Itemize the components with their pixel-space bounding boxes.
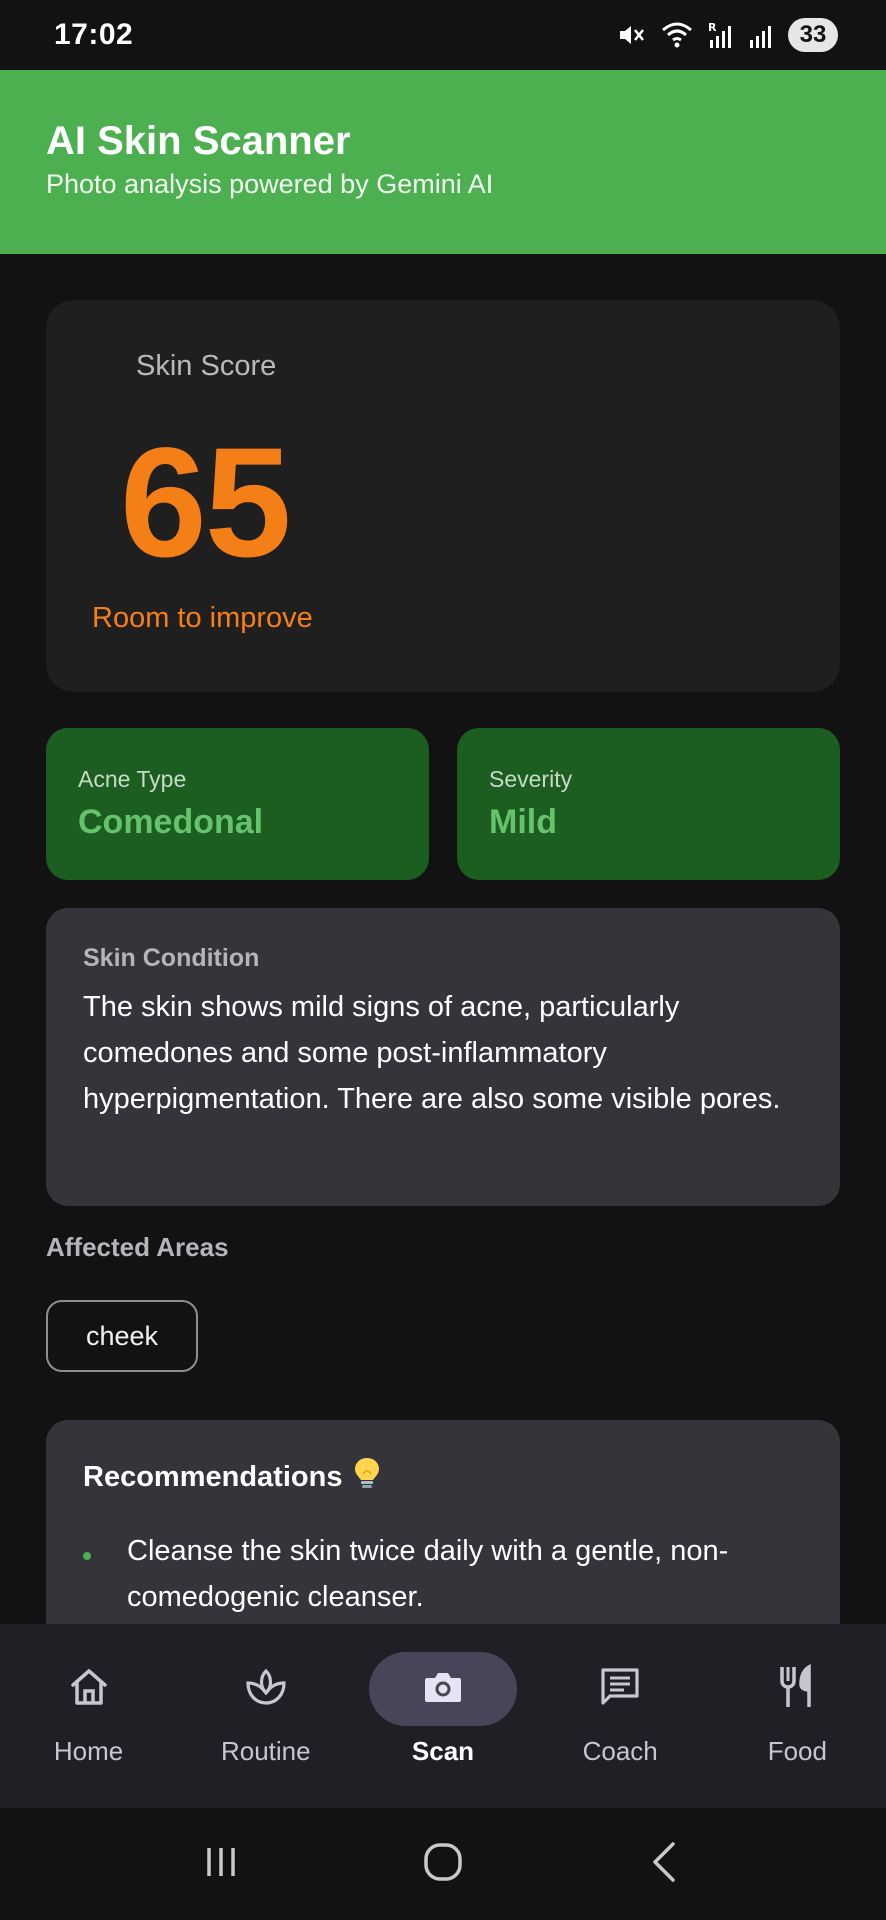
skin-score-label: Skin Score (136, 350, 277, 382)
list-item: Cleanse the skin twice daily with a gent… (83, 1528, 804, 1620)
nav-item-food[interactable]: Food (709, 1624, 886, 1767)
back-icon (645, 1840, 685, 1889)
back-button[interactable] (625, 1824, 705, 1904)
svg-text:R: R (708, 21, 717, 34)
lightbulb-icon (352, 1456, 382, 1498)
status-time: 17:02 (54, 18, 134, 51)
routine-icon-container (192, 1652, 340, 1726)
skin-score-status: Room to improve (92, 602, 313, 634)
camera-icon (423, 1668, 463, 1711)
home-icon-container (15, 1652, 163, 1726)
camera-icon-container (368, 1652, 517, 1726)
severity-label: Severity (489, 766, 573, 792)
recommendation-text: Cleanse the skin twice daily with a gent… (127, 1535, 729, 1613)
food-icon (775, 1663, 819, 1715)
recommendations-card: Recommendations Cleanse the skin twice d… (46, 1420, 840, 1624)
severity-card: Severity Mild (457, 728, 840, 880)
bullet-icon (83, 1552, 91, 1560)
severity-value: Mild (489, 803, 557, 841)
home-system-button[interactable] (403, 1824, 483, 1904)
chat-icon-container (546, 1652, 694, 1726)
recommendations-header: Recommendations (83, 1456, 804, 1498)
nav-item-home[interactable]: Home (0, 1624, 177, 1767)
scan-results[interactable]: Skin Score 65 Room to improve Acne Type … (0, 254, 886, 1624)
wifi-icon (660, 20, 694, 50)
recommendations-title: Recommendations (83, 1460, 343, 1493)
chat-icon (598, 1665, 642, 1714)
bottom-navigation: Home Routine Scan Coach Food (0, 1624, 886, 1808)
skin-condition-text: The skin shows mild signs of acne, parti… (83, 991, 781, 1115)
status-bar: 17:02 R 33 (0, 0, 886, 70)
signal-icon (748, 20, 774, 50)
home-circle-icon (421, 1840, 465, 1889)
acne-type-value: Comedonal (78, 803, 264, 841)
skin-condition-card: Skin Condition The skin shows mild signs… (46, 908, 840, 1206)
app-header: AI Skin Scanner Photo analysis powered b… (0, 70, 886, 254)
nav-item-scan[interactable]: Scan (354, 1624, 531, 1767)
skin-condition-title: Skin Condition (83, 944, 260, 972)
recent-apps-button[interactable] (181, 1824, 261, 1904)
app-title: AI Skin Scanner (46, 119, 351, 163)
system-navigation-bar (0, 1808, 886, 1920)
acne-type-card: Acne Type Comedonal (46, 728, 429, 880)
battery-indicator: 33 (788, 18, 838, 52)
skin-score-card: Skin Score 65 Room to improve (46, 300, 840, 692)
status-icons: R 33 (616, 18, 838, 52)
recent-apps-icon (201, 1842, 241, 1887)
food-icon-container (723, 1652, 871, 1726)
mute-icon (616, 20, 646, 50)
nav-item-routine[interactable]: Routine (177, 1624, 354, 1767)
affected-area-chip[interactable]: cheek (46, 1300, 198, 1372)
nav-label-home: Home (53, 1736, 124, 1766)
signal-r-icon: R (708, 20, 734, 50)
recommendations-list: Cleanse the skin twice daily with a gent… (83, 1528, 804, 1620)
app-subtitle: Photo analysis powered by Gemini AI (46, 169, 494, 199)
acne-type-label: Acne Type (78, 766, 187, 792)
nav-item-coach[interactable]: Coach (532, 1624, 709, 1767)
nav-label-coach: Coach (582, 1736, 658, 1766)
routine-icon (242, 1665, 290, 1714)
nav-label-scan: Scan (411, 1736, 475, 1766)
skin-score-value: 65 (120, 416, 292, 590)
home-icon (67, 1665, 111, 1714)
nav-label-food: Food (767, 1736, 827, 1766)
affected-areas-title: Affected Areas (46, 1232, 229, 1262)
nav-label-routine: Routine (220, 1736, 311, 1766)
